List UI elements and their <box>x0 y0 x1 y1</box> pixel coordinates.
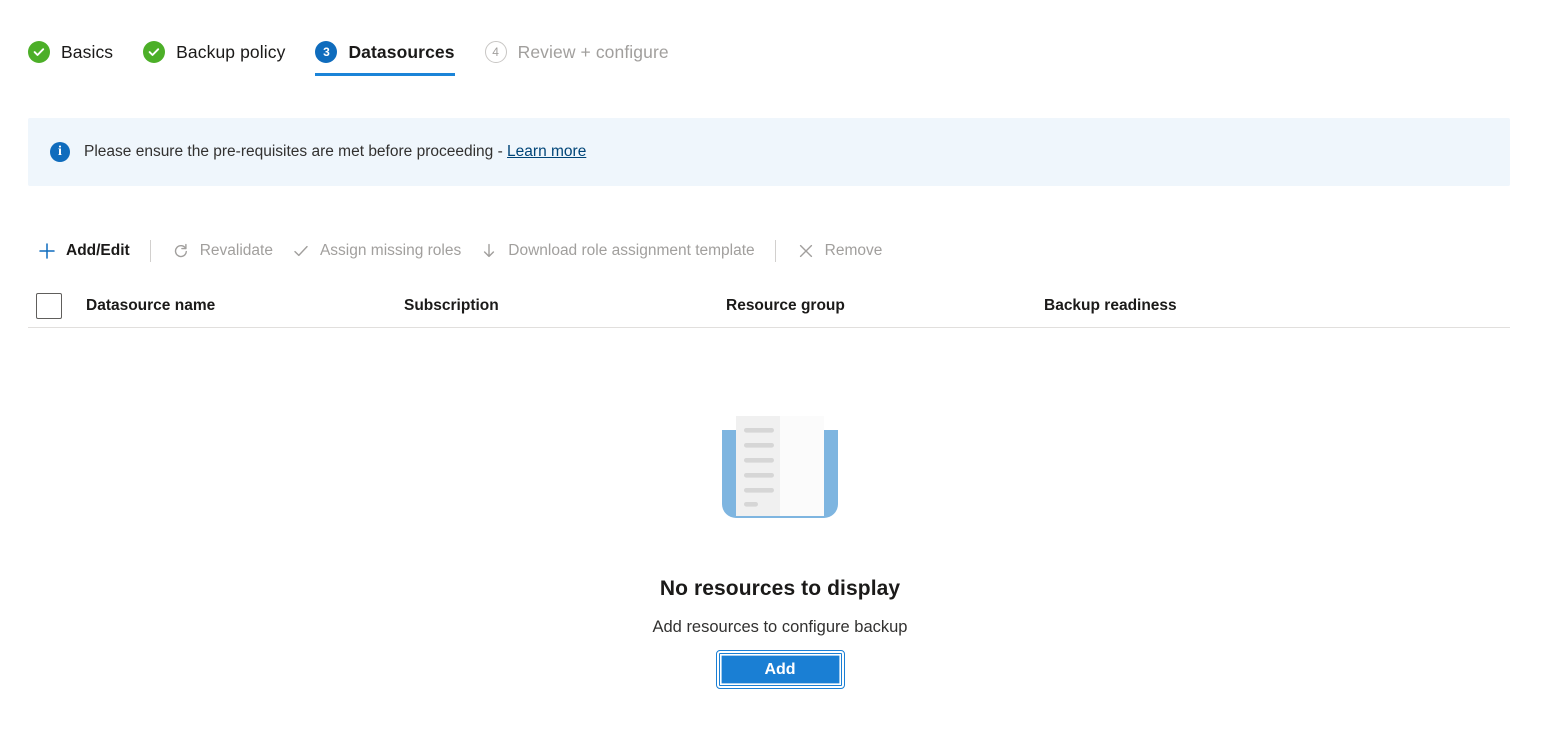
command-toolbar: Add/Edit Revalidate Assign missing roles… <box>28 230 891 272</box>
tab-label: Backup policy <box>176 41 286 62</box>
tab-datasources[interactable]: 3 Datasources <box>315 30 466 76</box>
check-icon <box>291 241 311 261</box>
command-label: Revalidate <box>199 242 273 259</box>
tab-label: Basics <box>61 41 114 62</box>
step-number-badge: 3 <box>315 41 338 63</box>
tab-label: Datasources <box>348 41 455 62</box>
check-circle-icon <box>28 41 50 63</box>
revalidate-button[interactable]: Revalidate <box>162 230 282 272</box>
wizard-tabs: Basics Backup policy 3 Datasources 4 Rev… <box>28 30 699 86</box>
assign-missing-roles-button[interactable]: Assign missing roles <box>282 230 470 272</box>
empty-state-subtitle: Add resources to configure backup <box>652 618 908 636</box>
remove-button[interactable]: Remove <box>787 230 892 272</box>
command-label: Add/Edit <box>66 242 130 259</box>
tab-label: Review + configure <box>517 41 669 62</box>
learn-more-link[interactable]: Learn more <box>507 143 586 160</box>
column-header-backup-readiness[interactable]: Backup readiness <box>1044 297 1364 315</box>
toolbar-separator <box>774 240 776 262</box>
check-circle-icon <box>143 41 166 63</box>
download-icon <box>479 241 499 261</box>
tab-backup-policy[interactable]: Backup policy <box>143 30 297 74</box>
info-icon: i <box>50 142 70 162</box>
open-book-icon <box>706 398 854 551</box>
datasources-table-header: Datasource name Subscription Resource gr… <box>28 284 1510 328</box>
add-edit-button[interactable]: Add/Edit <box>28 230 139 272</box>
column-header-datasource-name[interactable]: Datasource name <box>86 297 404 315</box>
refresh-icon <box>171 241 191 261</box>
step-number-badge: 4 <box>484 41 507 63</box>
active-tab-underline <box>315 73 455 76</box>
download-role-assignment-template-button[interactable]: Download role assignment template <box>470 230 763 272</box>
empty-state-title: No resources to display <box>659 577 901 600</box>
command-label: Assign missing roles <box>319 242 462 259</box>
column-header-resource-group[interactable]: Resource group <box>726 297 1044 315</box>
add-button[interactable]: Add <box>715 650 845 689</box>
plus-icon <box>37 241 57 261</box>
select-all-checkbox[interactable] <box>36 292 62 319</box>
info-banner-text: Please ensure the pre-requisites are met… <box>84 143 586 161</box>
info-banner: i Please ensure the pre-requisites are m… <box>28 118 1510 186</box>
info-banner-message: Please ensure the pre-requisites are met… <box>84 143 508 160</box>
close-icon <box>796 241 816 261</box>
tab-basics[interactable]: Basics <box>28 30 125 74</box>
toolbar-separator <box>149 240 151 262</box>
column-header-subscription[interactable]: Subscription <box>404 297 726 315</box>
command-label: Remove <box>824 242 883 259</box>
tab-review-configure[interactable]: 4 Review + configure <box>484 30 681 74</box>
empty-state: No resources to display Add resources to… <box>0 398 1560 689</box>
command-label: Download role assignment template <box>508 242 755 259</box>
